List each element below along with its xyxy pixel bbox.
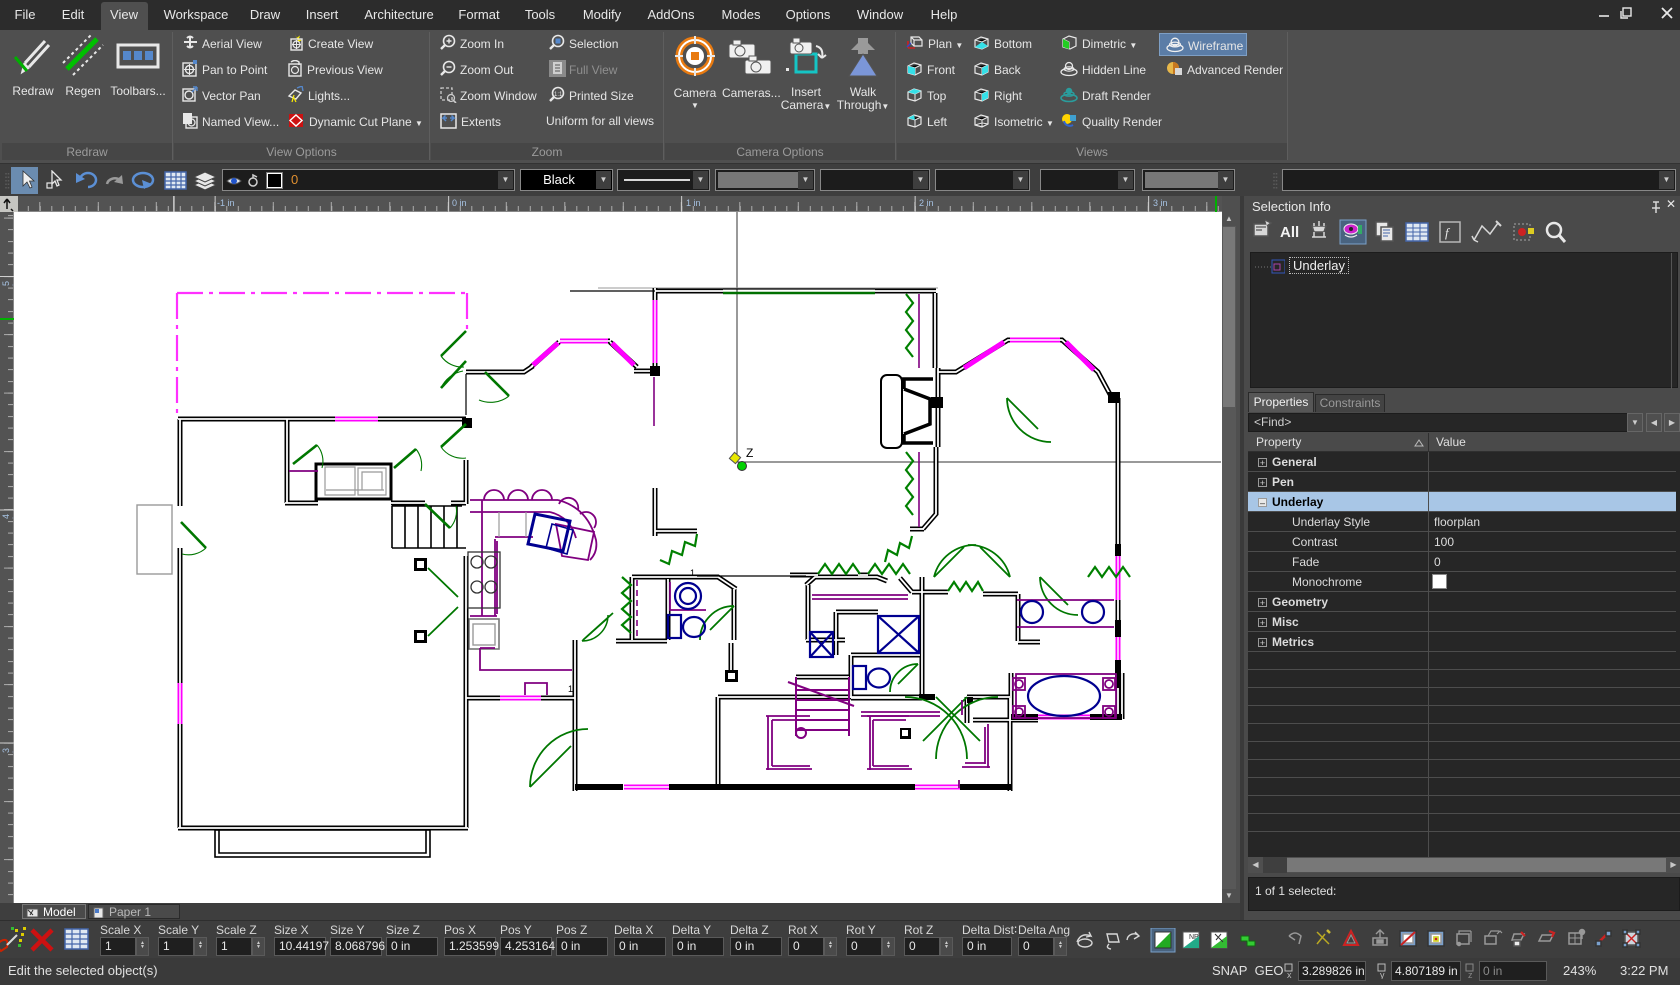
svg-text:1:1: 1:1 xyxy=(554,92,563,98)
svg-text:f: f xyxy=(1445,225,1451,240)
svg-text:z: z xyxy=(1468,970,1473,979)
svg-text:y: y xyxy=(1380,970,1385,979)
svg-text:Z: Z xyxy=(746,446,753,460)
svg-text:All: All xyxy=(1280,224,1299,241)
svg-text:NP: NP xyxy=(1189,934,1199,941)
svg-text:1: 1 xyxy=(568,684,573,694)
svg-text:x: x xyxy=(1287,970,1292,979)
svg-text:1: 1 xyxy=(690,568,695,578)
